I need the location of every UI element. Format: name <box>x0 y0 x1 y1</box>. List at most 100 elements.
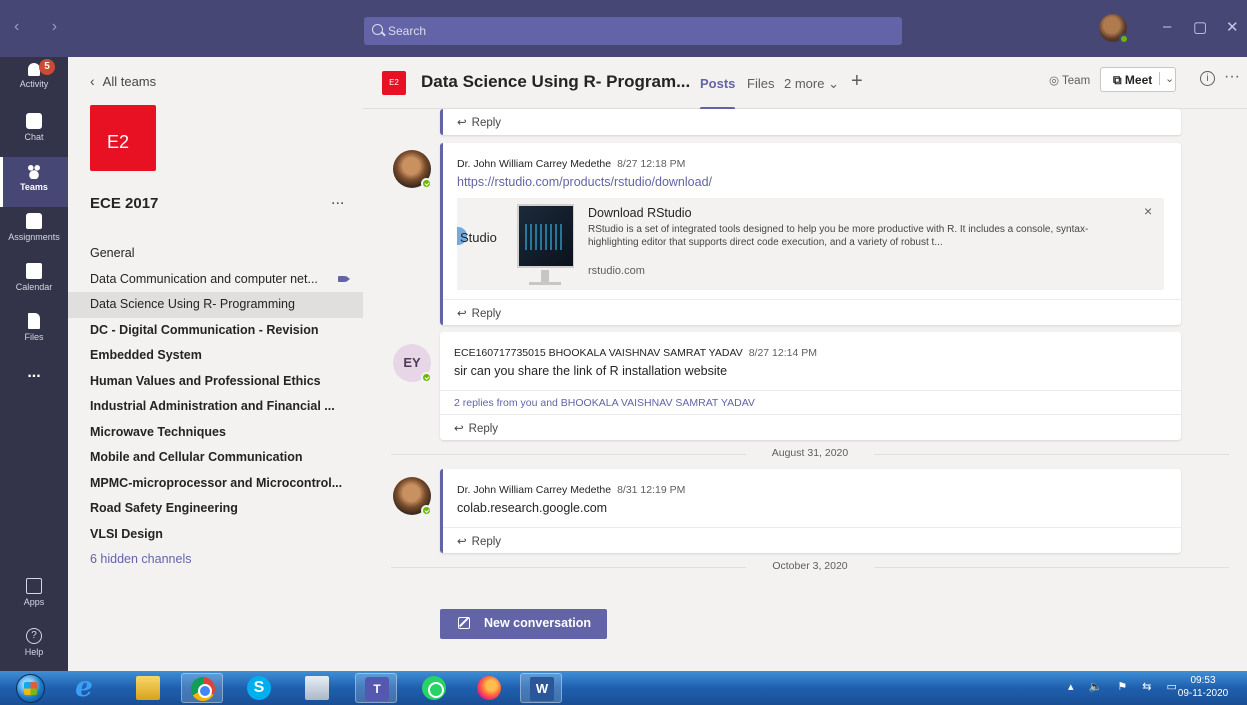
close-window-button[interactable]: ✕ <box>1226 18 1239 36</box>
team-more-options-button[interactable]: ... <box>331 191 344 209</box>
channel-data-science[interactable]: Data Science Using R- Programming <box>68 292 363 318</box>
activity-badge: 5 <box>39 59 55 75</box>
meet-button[interactable]: ⧉ Meet ⌄ <box>1100 67 1176 92</box>
replies-summary-link[interactable]: 2 replies from you and BHOOKALA VAISHNAV… <box>440 390 1181 414</box>
channel-list: General Data Communication and computer … <box>68 241 363 573</box>
date-separator: August 31, 2020 <box>391 447 1229 461</box>
close-preview-icon[interactable]: × <box>1144 203 1152 219</box>
taskbar-teams[interactable]: T <box>355 673 397 703</box>
all-teams-link[interactable]: ‹ All teams <box>90 73 156 89</box>
channel-digital-communication[interactable]: DC - Digital Communication - Revision <box>68 318 363 344</box>
channel-industrial-administration[interactable]: Industrial Administration and Financial … <box>68 394 363 420</box>
whatsapp-icon <box>422 676 446 700</box>
info-icon[interactable]: i <box>1200 71 1215 86</box>
rail-chat[interactable]: Chat <box>0 107 68 157</box>
message-time: 8/31 12:19 PM <box>617 484 686 496</box>
search-placeholder: Search <box>388 24 427 38</box>
message-header: ECE160717735015 BHOOKALA VAISHNAV SAMRAT… <box>454 345 1167 359</box>
header-more-button[interactable]: ··· <box>1224 68 1240 86</box>
internet-explorer-icon: e <box>75 670 93 703</box>
message-link[interactable]: https://rstudio.com/products/rstudio/dow… <box>457 175 1167 189</box>
message-card: ECE160717735015 BHOOKALA VAISHNAV SAMRAT… <box>440 332 1181 440</box>
history-nav-arrows[interactable]: ‹ › <box>14 18 71 36</box>
teams-icon <box>26 163 42 179</box>
reply-button[interactable]: ↩ Reply <box>443 527 1181 553</box>
channel-mpmc[interactable]: MPMC-microprocessor and Microcontrol... <box>68 471 363 497</box>
message-body[interactable]: colab.research.google.com <box>457 501 1167 515</box>
thumb-text: Studio <box>460 230 497 245</box>
rail-activity[interactable]: 5 Activity <box>0 57 68 107</box>
taskbar-clock[interactable]: 09:53 09-11-2020 <box>1170 674 1236 700</box>
rail-files[interactable]: Files <box>0 307 68 357</box>
channel-general[interactable]: General <box>68 241 363 267</box>
reply-button[interactable]: ↩ Reply <box>440 414 1181 440</box>
preview-title: Download RStudio <box>588 206 692 220</box>
avatar[interactable] <box>393 150 432 189</box>
start-button[interactable] <box>4 672 56 704</box>
profile-avatar[interactable] <box>1099 14 1129 44</box>
taskbar-explorer[interactable] <box>127 673 169 703</box>
rail-calendar-label: Calendar <box>15 282 53 292</box>
channel-main: E2 Data Science Using R- Program... Post… <box>363 57 1247 671</box>
message-author[interactable]: Dr. John William Carrey Medethe <box>457 484 611 496</box>
taskbar-ie[interactable]: e <box>63 673 105 703</box>
message-body: sir can you share the link of R installa… <box>454 364 728 378</box>
channel-microwave-techniques[interactable]: Microwave Techniques <box>68 420 363 446</box>
rail-help[interactable]: ? Help <box>0 622 68 672</box>
meet-dropdown-icon[interactable]: ⌄ <box>1159 72 1174 85</box>
new-conversation-button[interactable]: New conversation <box>440 609 607 639</box>
taskbar-skype[interactable]: S <box>238 673 280 703</box>
teams-app-icon: T <box>365 677 389 701</box>
available-status-icon <box>421 372 432 383</box>
taskbar-chrome[interactable] <box>181 673 223 703</box>
channel-embedded-system[interactable]: Embedded System <box>68 343 363 369</box>
tab-posts[interactable]: Posts <box>700 76 736 110</box>
reply-button[interactable]: ↩ Reply <box>443 109 1181 135</box>
search-input[interactable]: Search <box>364 17 902 45</box>
team-tile: E2 <box>90 105 156 171</box>
avatar[interactable] <box>393 477 432 516</box>
message-time: 8/27 12:14 PM <box>748 347 817 359</box>
reply-label: Reply <box>471 308 502 320</box>
taskbar-calculator[interactable] <box>296 673 338 703</box>
tab-files[interactable]: Files <box>747 76 774 91</box>
system-tray-icons[interactable]: ▴ 🔈 ⚑ ⇆ ▭ <box>1068 680 1183 693</box>
taskbar-whatsapp[interactable] <box>413 673 455 703</box>
team-pane: ‹ All teams E2 ECE 2017 ... General Data … <box>68 57 363 671</box>
taskbar-firefox[interactable] <box>468 673 510 703</box>
rail-more-apps[interactable]: ... <box>0 362 68 412</box>
reply-label: Reply <box>471 117 502 129</box>
rail-activity-label: Activity <box>19 79 49 89</box>
rail-assignments[interactable]: Assignments <box>0 207 68 257</box>
rail-apps[interactable]: Apps <box>0 572 68 622</box>
link-preview-card[interactable]: Studio Download RStudio RStudio is a set… <box>457 198 1164 290</box>
add-tab-button[interactable]: + <box>851 70 863 93</box>
channel-road-safety[interactable]: Road Safety Engineering <box>68 496 363 522</box>
channel-data-communication[interactable]: Data Communication and computer net... <box>68 267 363 293</box>
channel-human-values[interactable]: Human Values and Professional Ethics <box>68 369 363 395</box>
message-author[interactable]: Dr. John William Carrey Medethe <box>457 158 611 170</box>
calculator-icon <box>305 676 329 700</box>
maximize-button[interactable]: ▢ <box>1193 18 1207 36</box>
rail-calendar[interactable]: Calendar <box>0 257 68 307</box>
channel-vlsi-design[interactable]: VLSI Design <box>68 522 363 548</box>
team-button[interactable]: ◎ Team <box>1049 73 1090 87</box>
taskbar-word[interactable]: W <box>520 673 562 703</box>
rail-teams[interactable]: Teams <box>0 157 68 207</box>
help-icon: ? <box>26 628 42 644</box>
more-icon: ... <box>27 364 41 381</box>
reply-label: Reply <box>471 536 502 548</box>
minimize-button[interactable]: – <box>1163 18 1171 35</box>
file-explorer-icon <box>136 676 160 700</box>
reply-button[interactable]: ↩ Reply <box>443 299 1181 325</box>
message-author[interactable]: ECE160717735015 BHOOKALA VAISHNAV SAMRAT… <box>454 347 743 359</box>
avatar[interactable]: EY <box>393 344 432 383</box>
message-header: Dr. John William Carrey Medethe 8/31 12:1… <box>457 482 1167 496</box>
files-icon <box>28 313 40 329</box>
channel-title: Data Science Using R- Program... <box>421 72 691 91</box>
monitor-icon <box>517 204 574 268</box>
channel-mobile-cellular[interactable]: Mobile and Cellular Communication <box>68 445 363 471</box>
rail-teams-label: Teams <box>20 182 48 192</box>
tab-more[interactable]: 2 more ⌄ <box>784 76 839 92</box>
hidden-channels-link[interactable]: 6 hidden channels <box>68 547 363 573</box>
